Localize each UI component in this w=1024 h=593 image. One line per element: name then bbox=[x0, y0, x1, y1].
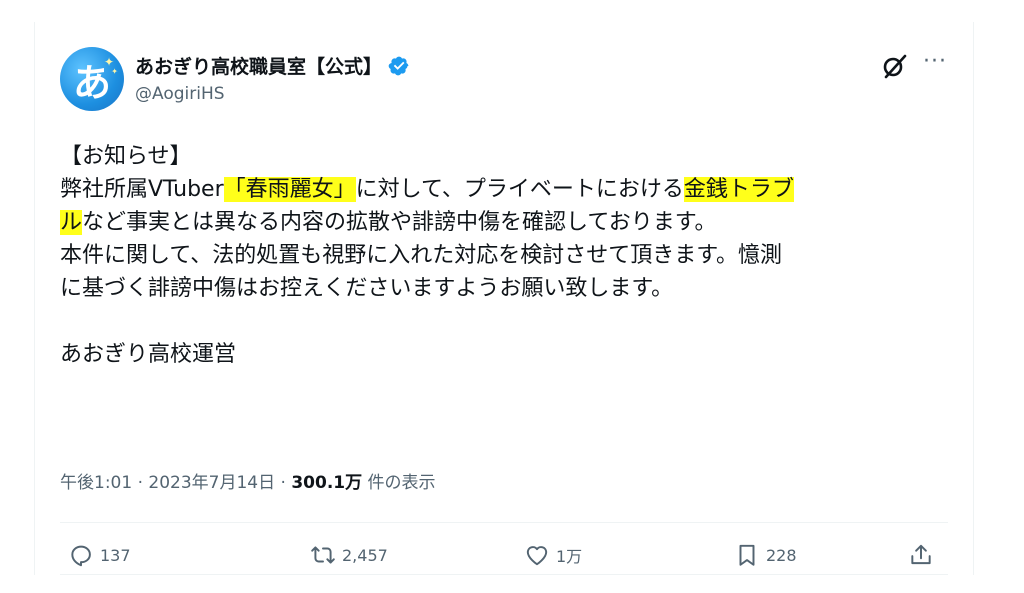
highlighted-text: ル bbox=[60, 210, 83, 235]
like-button[interactable]: 1万 bbox=[524, 542, 582, 568]
share-button[interactable] bbox=[908, 542, 940, 568]
tweet-time[interactable]: 午後1:01 bbox=[60, 473, 132, 493]
sparkle-small-icon: ✦ bbox=[111, 67, 118, 76]
reply-count: 137 bbox=[100, 545, 131, 565]
author-name-text: あおぎり高校職員室【公式】 bbox=[135, 56, 383, 78]
divider bbox=[60, 574, 948, 575]
divider bbox=[60, 522, 948, 523]
bookmark-icon bbox=[739, 544, 755, 566]
heart-icon bbox=[526, 546, 548, 566]
meta-separator: · bbox=[132, 473, 149, 493]
tweet-text-segment: 【お知らせ】 bbox=[60, 144, 192, 169]
author-display-name[interactable]: あおぎり高校職員室【公式】 bbox=[135, 52, 410, 79]
share-icon bbox=[911, 544, 931, 565]
tweet-text-line: ルなど事実とは異なる内容の拡散や誹謗中傷を確認しております。 bbox=[60, 206, 955, 239]
meta-separator: · bbox=[275, 473, 292, 493]
bookmark-count: 228 bbox=[766, 545, 797, 565]
tweet-card: あ ✦ ✦ あおぎり高校職員室【公式】 @AogiriHS ··· 【お知らせ】… bbox=[34, 22, 974, 575]
tweet-text-line: 本件に関して、法的処置も視野に入れた対応を検討させて頂きます。憶測 bbox=[60, 239, 955, 272]
author-handle[interactable]: @AogiriHS bbox=[135, 84, 225, 104]
verified-badge-icon[interactable] bbox=[388, 55, 410, 77]
highlighted-text: 「春雨麗女」 bbox=[223, 177, 356, 202]
views-count: 300.1万 bbox=[291, 473, 363, 493]
reply-button[interactable]: 137 bbox=[68, 542, 131, 568]
tweet-text-segment: に基づく誹謗中傷はお控えくださいますようお願い致します。 bbox=[60, 276, 674, 301]
tweet-text-line: に基づく誹謗中傷はお控えくださいますようお願い致します。 bbox=[60, 272, 955, 305]
retweet-icon bbox=[311, 546, 335, 564]
reply-icon bbox=[71, 545, 91, 567]
highlighted-text: 金銭トラブ bbox=[683, 177, 794, 202]
retweet-button[interactable]: 2,457 bbox=[310, 542, 388, 568]
avatar[interactable]: あ ✦ ✦ bbox=[60, 47, 124, 111]
tweet-text-line: 【お知らせ】 bbox=[60, 140, 955, 173]
action-bar: 137 2,457 1万 228 bbox=[60, 542, 948, 582]
tweet-text-line: あおぎり高校運営 bbox=[60, 338, 955, 371]
grok-icon[interactable] bbox=[881, 52, 909, 80]
like-count: 1万 bbox=[556, 547, 583, 566]
more-options-icon[interactable]: ··· bbox=[923, 51, 947, 73]
tweet-meta: 午後1:01 · 2023年7月14日 · 300.1万 件の表示 bbox=[60, 468, 436, 493]
tweet-text-line: 弊社所属VTuber「春雨麗女」に対して、プライベートにおける金銭トラブ bbox=[60, 173, 955, 206]
views-label: 件の表示 bbox=[362, 473, 436, 493]
tweet-text-segment: に対して、プライベートにおける bbox=[355, 177, 684, 202]
tweet-text-line bbox=[60, 305, 955, 338]
tweet-text-segment: 弊社所属VTuber bbox=[60, 177, 224, 202]
tweet-text-segment: など事実とは異なる内容の拡散や誹謗中傷を確認しております。 bbox=[82, 210, 717, 235]
tweet-date[interactable]: 2023年7月14日 bbox=[148, 473, 275, 493]
tweet-text-segment: あおぎり高校運営 bbox=[60, 342, 237, 367]
tweet-text-segment: 本件に関して、法的処置も視野に入れた対応を検討させて頂きます。憶測 bbox=[60, 243, 783, 268]
tweet-text: 【お知らせ】弊社所属VTuber「春雨麗女」に対して、プライベートにおける金銭ト… bbox=[60, 140, 955, 371]
bookmark-button[interactable]: 228 bbox=[734, 542, 797, 568]
retweet-count: 2,457 bbox=[342, 545, 388, 565]
